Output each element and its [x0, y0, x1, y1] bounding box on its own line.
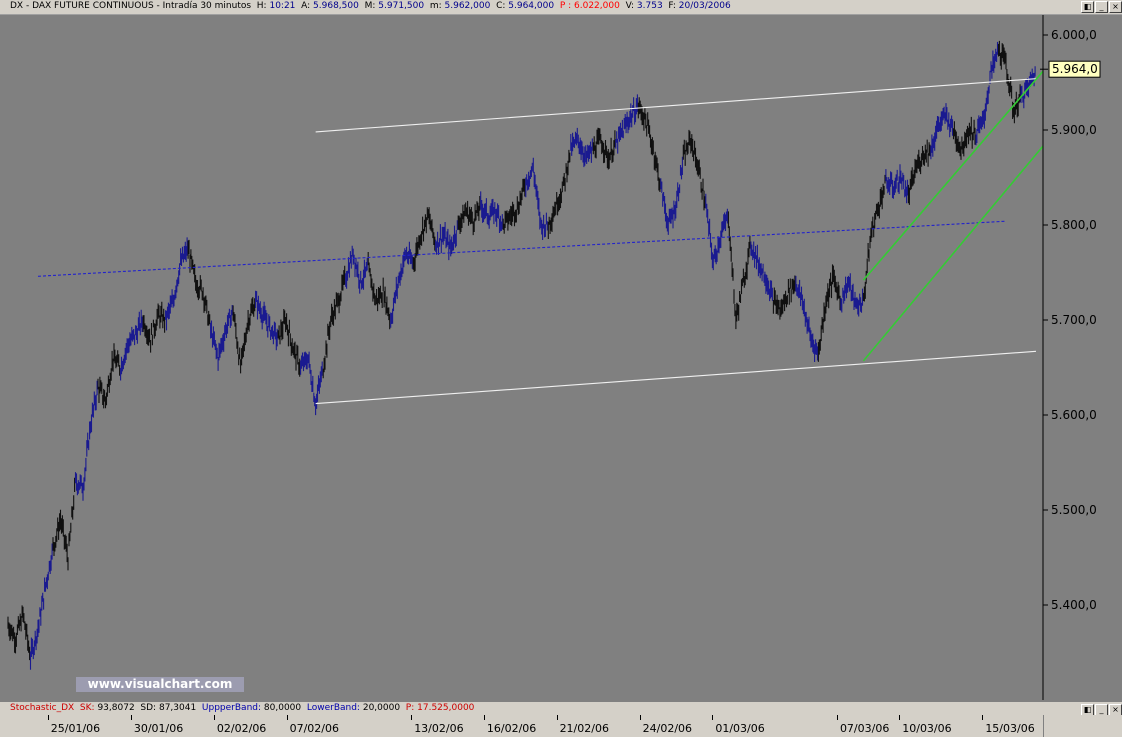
- date-tick-label: 16/02/06: [486, 722, 537, 735]
- date-tick-mark: [130, 715, 132, 720]
- sk-value: 93,8072: [97, 703, 135, 713]
- interval: Intradía 30 minutos: [162, 1, 252, 11]
- last-price-marker: 5.964,0: [1040, 60, 1101, 78]
- upper-band-label: UppperBand:: [201, 703, 262, 713]
- sk-label: SK:: [79, 703, 95, 713]
- price-tick-label: 5.900,0: [1051, 123, 1097, 137]
- low-value: 5.962,000: [444, 1, 491, 11]
- close-button[interactable]: ×: [1109, 1, 1122, 13]
- date-tick-mark: [47, 715, 49, 720]
- date-tick-mark: [712, 715, 714, 720]
- date-tick-mark: [213, 715, 215, 720]
- date-tick-mark: [836, 715, 838, 720]
- price-tick-label: 5.800,0: [1051, 218, 1097, 232]
- c-value: 5.964,000: [508, 1, 555, 11]
- v-value: 3.753: [636, 1, 663, 11]
- v-label: V:: [625, 1, 635, 11]
- stochastic-readout: Stochastic_DX SK: 93,8072 SD: 87,3041 Up…: [10, 703, 474, 713]
- date-tick-label: 01/03/06: [715, 722, 765, 735]
- date-tick-mark: [556, 715, 558, 720]
- p-label: P :: [559, 1, 572, 11]
- date-tick-mark: [982, 715, 984, 720]
- stochastic-name: Stochastic_DX: [10, 703, 75, 713]
- date-tick-label: 07/03/06: [839, 722, 890, 735]
- price-tick-label: 5.600,0: [1051, 408, 1097, 422]
- date-axis-corner: [1043, 715, 1122, 737]
- date-tick-label: 21/02/06: [559, 722, 609, 735]
- price-chart[interactable]: 5.400,0 5.500,0 5.600,0 5.700,0 5.800,0 5.900…: [0, 15, 1122, 700]
- date-tick-label: 07/02/06: [289, 722, 339, 735]
- date-tick-label: 15/03/06: [985, 722, 1035, 735]
- h-label: H:: [256, 1, 267, 11]
- date-axis[interactable]: 25/01/06 30/01/06 02/02/06 07/02/06 13/02/06…: [0, 715, 1122, 737]
- date-tick-label: 25/01/06: [50, 722, 101, 735]
- h-value: 10:21: [269, 1, 296, 11]
- date-tick-label: 02/02/06: [216, 722, 267, 735]
- price-tick-label: 5.400,0: [1051, 598, 1097, 612]
- minimize-button[interactable]: _: [1095, 1, 1108, 13]
- date-tick-mark: [899, 715, 901, 720]
- chart-window: DX - DAX FUTURE CONTINUOUS - Intradía 30…: [0, 0, 1122, 737]
- price-tick-label: 6.000,0: [1051, 28, 1097, 42]
- plot-area: [0, 15, 1043, 700]
- date-tick-mark: [483, 715, 485, 720]
- date-tick-mark: [286, 715, 288, 720]
- sd-label: SD:: [140, 703, 157, 713]
- c-label: C:: [496, 1, 506, 11]
- date-tick-label: 30/01/06: [133, 722, 184, 735]
- price-tick-label: 5.500,0: [1051, 503, 1097, 517]
- chart-title-bar: DX - DAX FUTURE CONTINUOUS - Intradía 30…: [0, 0, 1122, 15]
- date-tick-label: 24/02/06: [642, 722, 693, 735]
- last-price-label: 5.964,0: [1052, 62, 1098, 76]
- instrument-name: DAX FUTURE CONTINUOUS: [32, 1, 154, 11]
- lower-band-value: 20,0000: [362, 703, 401, 713]
- date-tick-mark: [411, 715, 413, 720]
- date-tick-label: 13/02/06: [414, 722, 464, 735]
- price-tick-label: 5.700,0: [1051, 313, 1097, 327]
- symbol: DX: [10, 1, 24, 11]
- low-label: m:: [429, 1, 442, 11]
- m-label: M:: [364, 1, 376, 11]
- sd-value: 87,3041: [158, 703, 197, 713]
- watermark-logo: www.visualchart.com: [76, 677, 244, 692]
- upper-band-value: 80,0000: [263, 703, 302, 713]
- date-tick-label: 10/03/06: [902, 722, 952, 735]
- m-value: 5.971,500: [378, 1, 425, 11]
- p-value: 6.022,000: [574, 1, 620, 11]
- f-label: F:: [668, 1, 676, 11]
- lower-band-label: LowerBand:: [306, 703, 360, 713]
- a-value: 5.968,500: [313, 1, 359, 11]
- a-label: A:: [301, 1, 311, 11]
- date-tick-mark: [639, 715, 641, 720]
- restore-button[interactable]: ◧: [1081, 1, 1094, 13]
- stoch-p-value: 17.525,0000: [417, 703, 475, 713]
- stochastic-panel-header: Stochastic_DX SK: 93,8072 SD: 87,3041 Up…: [0, 701, 1122, 716]
- stoch-p-label: P:: [405, 703, 415, 713]
- f-value: 20/03/2006: [678, 1, 731, 11]
- chart-header-text: DX - DAX FUTURE CONTINUOUS - Intradía 30…: [10, 1, 731, 11]
